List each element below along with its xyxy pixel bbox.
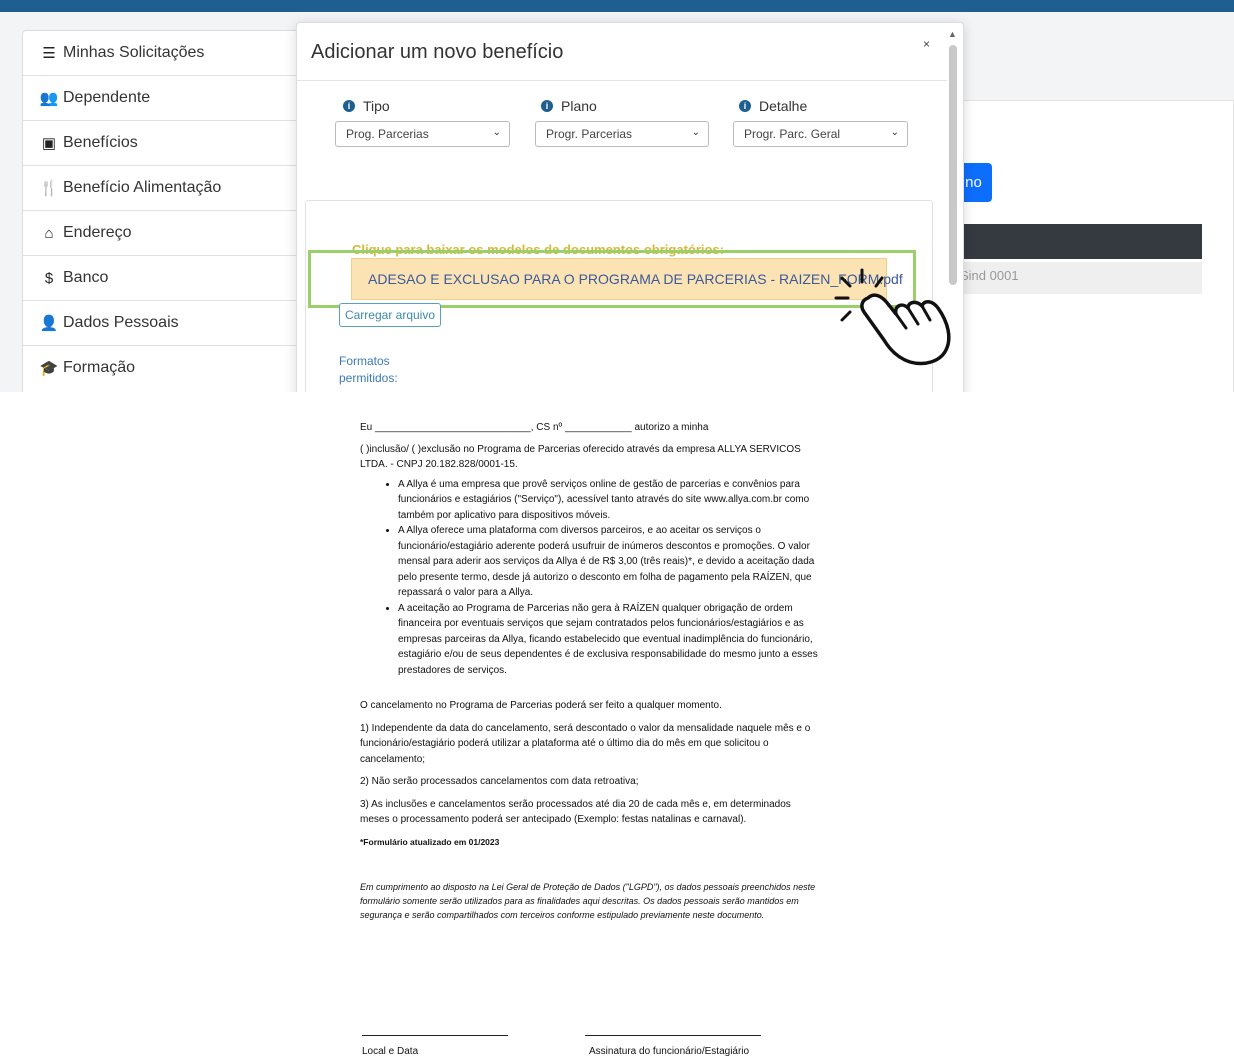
close-icon[interactable]: × (923, 37, 930, 51)
graduate-icon: 🎓 (39, 360, 59, 377)
allowed-formats-label: Formatos permitidos: (339, 354, 398, 385)
doc-updated-note: *Formulário atualizado em 01/2023 (360, 836, 500, 847)
signature-line-right (585, 1035, 761, 1036)
chevron-down-icon: ⌄ (890, 127, 899, 138)
sidebar-item-endereco[interactable]: ⌂ Endereço (23, 211, 343, 256)
doc-rule-3: 3) As inclusões e cancelamentos serão pr… (360, 798, 791, 826)
select-value: Prog. Parcerias (346, 127, 429, 141)
user-lock-icon: 👤 (39, 315, 59, 332)
divider (297, 80, 947, 81)
field-label-text: Detalhe (759, 98, 808, 114)
sidebar-item-beneficios[interactable]: ▣ Benefícios (23, 121, 343, 166)
doc-lgpd-notice: Em cumprimento ao disposto na Lei Geral … (360, 882, 816, 920)
doc-authorization-line: Eu ____________________________, CS nº _… (360, 422, 709, 433)
utensils-icon: 🍴 (39, 180, 59, 197)
field-label-plano: i Plano (541, 98, 597, 114)
doc-bullet-list: A Allya é uma empresa que provê serviços… (360, 477, 820, 679)
dollar-icon: $ (44, 269, 54, 287)
tipo-select[interactable]: Prog. Parcerias ⌄ (335, 121, 510, 147)
doc-rule-1: 1) Independente da data do cancelamento,… (360, 722, 811, 765)
pointing-hand-icon (834, 268, 951, 366)
detalhe-select[interactable]: Progr. Parc. Geral ⌄ (733, 121, 908, 147)
home-icon: ⌂ (44, 224, 54, 242)
users-icon: 👥 (39, 90, 59, 107)
doc-rule-2: 2) Não serão processados cancelamentos c… (360, 776, 639, 787)
doc-cancel-intro: O cancelamento no Programa de Parcerias … (360, 700, 722, 711)
doc-inclusion-line: ( )inclusão/ ( )exclusão no Programa de … (360, 443, 801, 471)
sig-label-local-data: Local e Data (362, 1046, 419, 1057)
list-item: A Allya oferece uma plataforma com diver… (398, 523, 820, 601)
info-icon: i (739, 100, 751, 112)
select-value: Progr. Parcerias (546, 127, 633, 141)
scrollbar-thumb[interactable] (949, 45, 957, 285)
sidebar-item-label: Banco (63, 269, 109, 286)
chevron-down-icon: ⌄ (492, 127, 501, 138)
chevron-down-icon: ⌄ (691, 127, 700, 138)
field-label-tipo: i Tipo (343, 98, 390, 114)
app-screenshot: ☰ Minhas Solicitações 👥 Dependente ▣ Ben… (0, 0, 1234, 392)
sidebar-item-label: Formação (63, 359, 136, 376)
list-item: A aceitação ao Programa de Parcerias não… (398, 601, 820, 679)
sidebar-item-banco[interactable]: $ Banco (23, 256, 343, 301)
sidebar-item-label: Dependente (63, 89, 151, 106)
scroll-up-arrow-icon[interactable]: ▲ (948, 29, 957, 39)
sidebar-item-minhas-solicitacoes[interactable]: ☰ Minhas Solicitações (23, 31, 343, 76)
signature-line-left (362, 1035, 508, 1036)
list-icon: ☰ (42, 45, 56, 62)
sidebar-item-label: Benefícios (63, 134, 138, 151)
plano-select[interactable]: Progr. Parcerias ⌄ (535, 121, 709, 147)
select-value: Progr. Parc. Geral (744, 127, 841, 141)
sig-label-assinatura: Assinatura do funcionário/Estagiário (589, 1046, 750, 1057)
sidebar-item-formacao[interactable]: 🎓 Formação (23, 346, 343, 390)
info-icon: i (541, 100, 553, 112)
sidebar-item-label: Endereço (63, 224, 132, 241)
sidebar-item-label: Dados Pessoais (63, 314, 179, 331)
top-navbar (0, 0, 1234, 12)
sidebar-item-beneficio-alimentacao[interactable]: 🍴 Benefício Alimentação (23, 166, 343, 211)
sidebar-item-label: Minhas Solicitações (63, 44, 205, 61)
table-header (955, 224, 1202, 259)
form-document: Eu ____________________________, CS nº _… (360, 420, 820, 922)
sidebar-item-dependente[interactable]: 👥 Dependente (23, 76, 343, 121)
info-icon: i (343, 100, 355, 112)
sidebar-item-label: Benefício Alimentação (63, 179, 222, 196)
field-label-detalhe: i Detalhe (739, 98, 807, 114)
modal-title: Adicionar um novo benefício (311, 41, 564, 63)
list-item: A Allya é uma empresa que provê serviços… (398, 477, 820, 524)
highlight-frame (308, 250, 916, 308)
field-label-text: Tipo (363, 98, 390, 114)
field-label-text: Plano (561, 98, 597, 114)
medical-bag-icon: ▣ (41, 135, 57, 152)
upload-file-button[interactable]: Carregar arquivo (339, 303, 441, 327)
sidebar-item-dados-pessoais[interactable]: 👤 Dados Pessoais (23, 301, 343, 346)
table-row: Sind 0001 (955, 262, 1202, 294)
